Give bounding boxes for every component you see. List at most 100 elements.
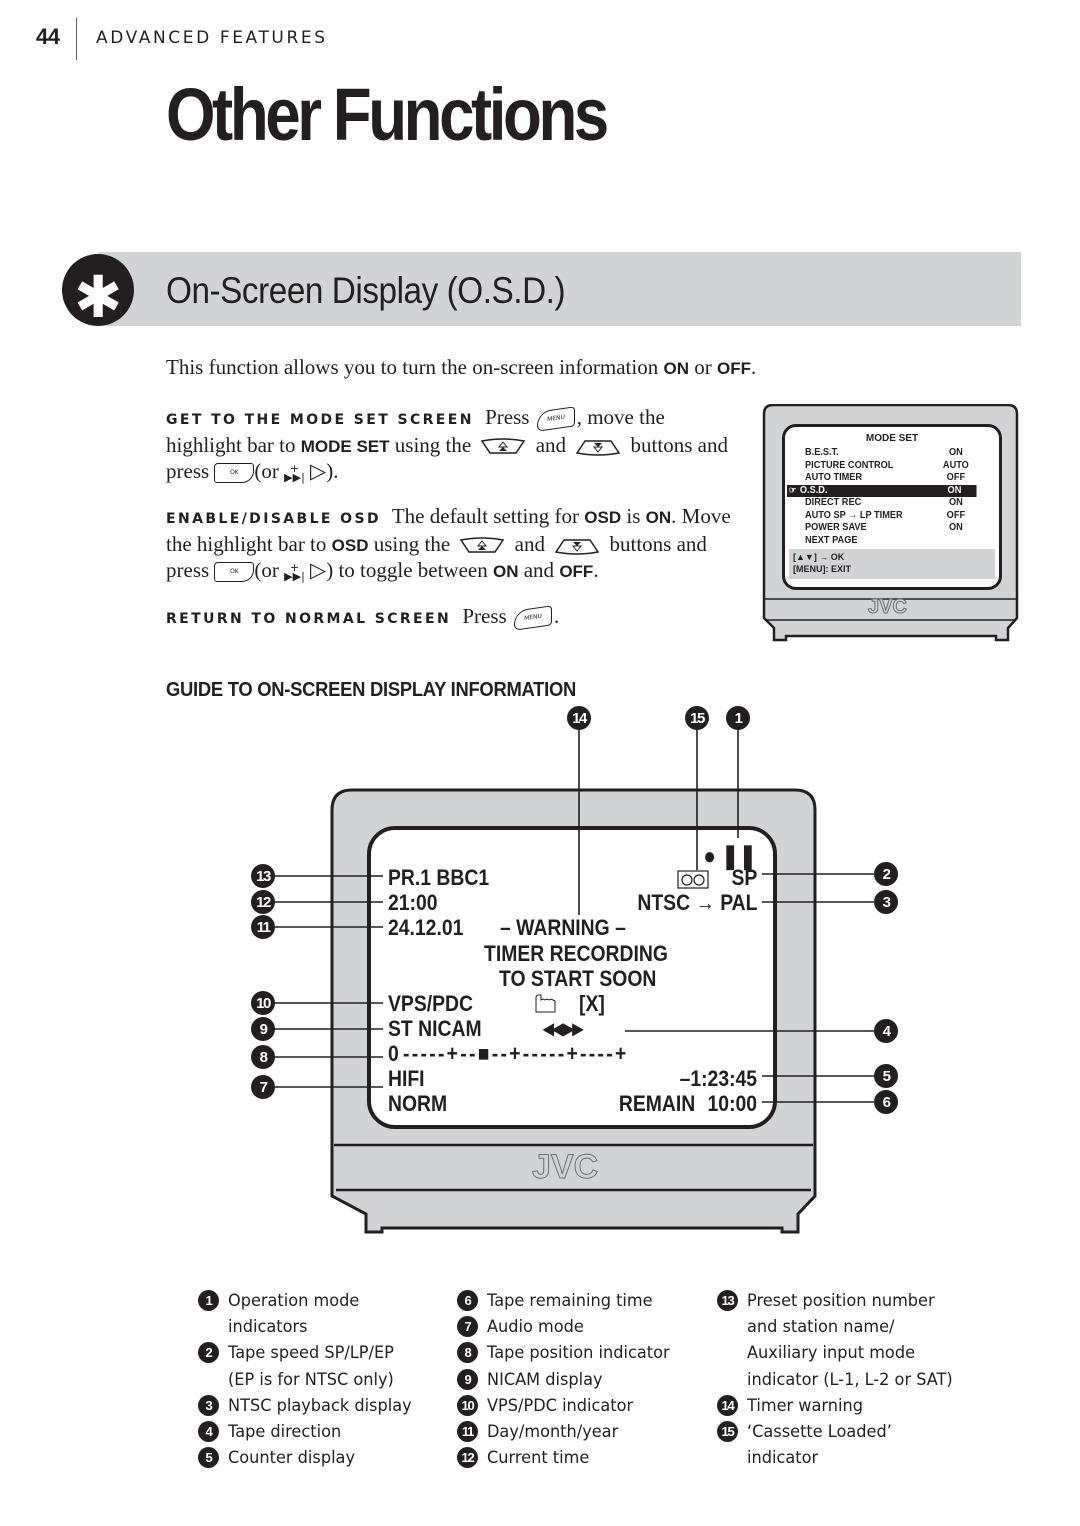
ffw-glyph: ▶▶| <box>284 570 305 584</box>
legend-text: Current time <box>487 1448 590 1469</box>
osd-vps-pdc: VPS/PDC <box>388 991 474 1016</box>
legend-text: Counter display <box>228 1448 356 1469</box>
mode-set-row-value: OFF <box>946 472 966 483</box>
mode-set-row[interactable]: DIRECT REC ON <box>805 497 978 510</box>
step-text: (or <box>254 558 279 582</box>
step-text: and <box>523 558 555 582</box>
callout-2: 2 <box>874 862 898 886</box>
legend-number-badge: 1 <box>198 1290 219 1311</box>
callout-10: 10 <box>251 991 275 1015</box>
footer-navigation-hint: [▲▼] → OK <box>793 552 845 562</box>
legend-number-badge: 2 <box>198 1342 219 1364</box>
osd-x-mark: [X] <box>579 991 605 1016</box>
osd-current-time: 21:00 <box>388 890 438 915</box>
osd-tape-position-bar: -----+--■--+-----+----+ <box>403 1041 629 1066</box>
legend-item: 12 Current time <box>457 1445 679 1471</box>
intro-paragraph: This function allows you to turn the on-… <box>166 355 756 380</box>
cassette-loaded-icon <box>677 870 709 889</box>
keyword-osd: OSD <box>584 508 622 527</box>
step-return-normal: RETURN TO NORMAL SCREEN Press MENU. <box>166 604 736 632</box>
jvc-logo: JVC <box>531 1148 599 1187</box>
mode-set-row-selected[interactable]: ☞ O.S.D. ON <box>787 484 977 497</box>
legend-text: NICAM display <box>487 1369 603 1390</box>
legend-item: 11 Day/month/year <box>457 1419 679 1445</box>
step-text: . <box>593 558 599 582</box>
keyword-on: ON <box>645 508 672 527</box>
legend-item: 15 ‘Cassette Loaded’ indicator <box>717 1419 964 1471</box>
mode-set-row-value: ON <box>947 484 962 496</box>
legend-column-3: 13 Preset position number and station name… <box>717 1288 964 1471</box>
callout-11: 11 <box>251 915 275 939</box>
keyword-osd: OSD <box>331 536 369 555</box>
mode-set-row[interactable]: B.E.S.T. ON <box>805 447 978 460</box>
legend-text: indicator (L-1, L-2 or SAT) <box>747 1369 953 1390</box>
guide-heading: GUIDE TO ON-SCREEN DISPLAY INFORMATION <box>166 679 577 701</box>
step-enable-disable-osd: ENABLE/DISABLE OSD The default setting f… <box>166 504 736 584</box>
legend-text: Tape position indicator <box>487 1343 670 1364</box>
mode-set-tv-illustration: MODE SET B.E.S.T. ON PICTURE CONTROL AUTO AU… <box>762 404 1019 644</box>
step-text: Press <box>462 604 507 628</box>
mode-set-footer: [▲▼] → OK [MENU]: EXIT <box>789 549 995 579</box>
mode-set-title: MODE SET <box>865 433 919 444</box>
mode-set-row[interactable]: NEXT PAGE <box>805 535 978 548</box>
legend-item: 13 Preset position number and station name… <box>717 1288 964 1393</box>
osd-warning-line2: TIMER RECORDING <box>484 941 668 966</box>
step-text: The default setting for <box>391 504 580 528</box>
legend-text: Tape direction <box>228 1422 342 1443</box>
legend-text: Audio mode <box>487 1317 584 1338</box>
menu-button-icon: MENU <box>536 406 575 432</box>
mode-set-row[interactable]: AUTO SP → LP TIMER OFF <box>805 510 978 523</box>
osd-warning-title: – WARNING – <box>500 915 626 940</box>
step-text: (or <box>254 459 279 483</box>
step-mode-set: GET TO THE MODE SET SCREEN Press MENU, m… <box>166 405 736 484</box>
legend-text: Operation mode <box>228 1291 360 1311</box>
legend-text: ‘Cassette Loaded’ <box>747 1422 892 1443</box>
mode-set-row-label: POWER SAVE <box>805 522 867 533</box>
page-title: Other Functions <box>166 73 609 156</box>
play-icon: ▷ <box>310 459 327 483</box>
mode-set-row-value: AUTO <box>942 459 969 471</box>
legend-column-1: 1 Operation mode indicators 2 Tape speed SP/… <box>198 1288 421 1471</box>
step-heading: GET TO THE MODE SET SCREEN <box>166 412 474 428</box>
step-text: Press <box>485 405 530 429</box>
osd-tape-position-zero: 0 <box>388 1041 399 1066</box>
mode-set-row-label: NEXT PAGE <box>805 534 858 546</box>
mode-set-row[interactable]: POWER SAVE ON <box>805 522 978 535</box>
legend-text: NTSC playback display <box>228 1395 412 1416</box>
callout-13: 13 <box>251 864 275 888</box>
mode-set-row-value: OFF <box>946 509 966 521</box>
step-text: is <box>626 504 641 528</box>
legend-text: indicators <box>228 1317 308 1338</box>
keyword-off: OFF <box>559 562 594 581</box>
ok-button-icon: OK <box>214 562 255 583</box>
record-icon: ● <box>703 843 717 870</box>
legend-text: Timer warning <box>747 1395 863 1416</box>
legend-number-badge: 15 <box>717 1421 738 1443</box>
step-heading: ENABLE/DISABLE OSD <box>166 511 381 527</box>
legend-text: Day/month/year <box>487 1422 619 1443</box>
page-number: 44 <box>36 24 60 49</box>
step-text: ). <box>326 459 339 483</box>
menu-button-icon: MENU <box>513 605 552 631</box>
keyword-on: ON <box>492 562 519 581</box>
mode-set-row-label: O.S.D. <box>799 484 828 496</box>
legend-item: 2 Tape speed SP/LP/EP (EP is for NTSC only… <box>198 1340 421 1392</box>
ok-button-label: OK <box>230 469 239 477</box>
callout-15: 15 <box>685 706 709 730</box>
osd-norm: NORM <box>388 1091 448 1116</box>
down-arrow-button-icon <box>576 440 621 456</box>
legend-item: 9 NICAM display <box>457 1367 679 1393</box>
mode-set-row[interactable]: AUTO TIMER OFF <box>805 472 978 485</box>
osd-date: 24.12.01 <box>388 915 464 940</box>
legend-text: and station name/ <box>747 1317 895 1338</box>
step-text: and <box>514 532 545 556</box>
mode-set-row-label: AUTO SP → LP TIMER <box>805 509 903 521</box>
callout-6: 6 <box>874 1090 898 1114</box>
keyword-on: ON <box>663 359 689 378</box>
legend-item: 8 Tape position indicator <box>457 1340 679 1366</box>
legend-column-2: 6 Tape remaining time 7 Audio mode 8 Tape pos… <box>457 1288 679 1471</box>
step-text: . <box>553 604 560 628</box>
legend-number-badge: 4 <box>198 1421 219 1443</box>
mode-set-row[interactable]: PICTURE CONTROL AUTO <box>805 460 978 473</box>
legend-item: 5 Counter display <box>198 1445 421 1471</box>
